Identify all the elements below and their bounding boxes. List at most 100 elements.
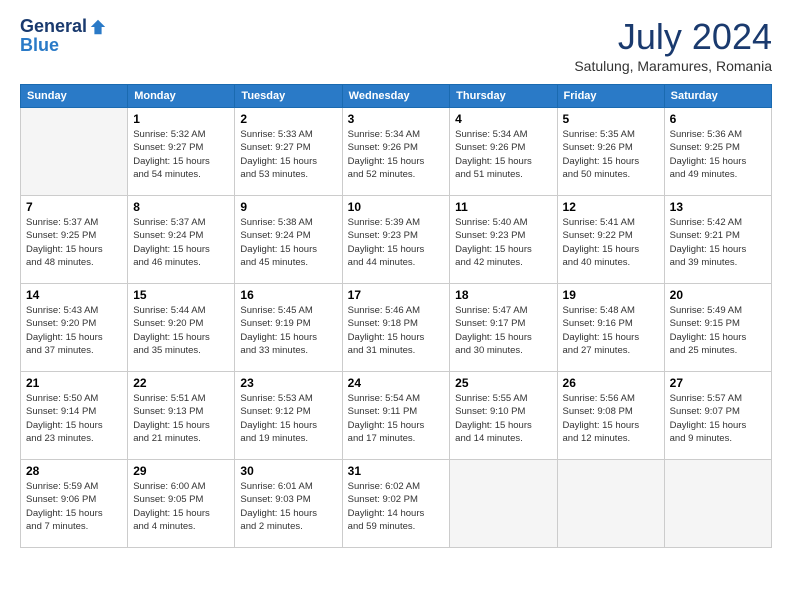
day-info: Sunrise: 5:49 AM Sunset: 9:15 PM Dayligh… [670, 304, 766, 357]
day-number: 7 [26, 200, 122, 214]
logo-icon [89, 18, 107, 36]
day-number: 2 [240, 112, 336, 126]
day-info: Sunrise: 5:32 AM Sunset: 9:27 PM Dayligh… [133, 128, 229, 181]
title-section: July 2024 Satulung, Maramures, Romania [574, 16, 772, 74]
day-info: Sunrise: 6:01 AM Sunset: 9:03 PM Dayligh… [240, 480, 336, 533]
calendar-cell: 26 Sunrise: 5:56 AM Sunset: 9:08 PM Dayli… [557, 372, 664, 460]
calendar-cell: 28 Sunrise: 5:59 AM Sunset: 9:06 PM Dayli… [21, 460, 128, 548]
day-info: Sunrise: 5:38 AM Sunset: 9:24 PM Dayligh… [240, 216, 336, 269]
day-number: 24 [348, 376, 445, 390]
day-number: 20 [670, 288, 766, 302]
calendar-cell: 6Sunrise: 5:36 AM Sunset: 9:25 PM Daylig… [664, 108, 771, 196]
day-of-week-header: Friday [557, 85, 664, 108]
day-number: 4 [455, 112, 551, 126]
calendar-cell: 30 Sunrise: 6:01 AM Sunset: 9:03 PM Dayli… [235, 460, 342, 548]
day-info: Sunrise: 5:37 AM Sunset: 9:24 PM Dayligh… [133, 216, 229, 269]
calendar-week-row: 14 Sunrise: 5:43 AM Sunset: 9:20 PM Dayli… [21, 284, 772, 372]
day-info: Sunrise: 5:34 AM Sunset: 9:26 PM Dayligh… [348, 128, 445, 181]
day-info: Sunrise: 5:35 AM Sunset: 9:26 PM Dayligh… [563, 128, 659, 181]
calendar-cell: 9Sunrise: 5:38 AM Sunset: 9:24 PM Daylig… [235, 196, 342, 284]
calendar-cell: 29Sunrise: 6:00 AM Sunset: 9:05 PM Dayli… [128, 460, 235, 548]
calendar-cell: 3Sunrise: 5:34 AM Sunset: 9:26 PM Daylig… [342, 108, 450, 196]
calendar-cell: 5 Sunrise: 5:35 AM Sunset: 9:26 PM Daylig… [557, 108, 664, 196]
calendar-cell: 4 Sunrise: 5:34 AM Sunset: 9:26 PM Daylig… [450, 108, 557, 196]
calendar-cell: 17Sunrise: 5:46 AM Sunset: 9:18 PM Dayli… [342, 284, 450, 372]
calendar-week-row: 7 Sunrise: 5:37 AM Sunset: 9:25 PM Daylig… [21, 196, 772, 284]
day-info: Sunrise: 5:44 AM Sunset: 9:20 PM Dayligh… [133, 304, 229, 357]
day-number: 19 [563, 288, 659, 302]
header: General Blue July 2024 Satulung, Maramur… [20, 16, 772, 74]
day-number: 6 [670, 112, 766, 126]
calendar-week-row: 28 Sunrise: 5:59 AM Sunset: 9:06 PM Dayli… [21, 460, 772, 548]
day-number: 26 [563, 376, 659, 390]
day-number: 11 [455, 200, 551, 214]
day-number: 29 [133, 464, 229, 478]
day-info: Sunrise: 5:59 AM Sunset: 9:06 PM Dayligh… [26, 480, 122, 533]
calendar-cell: 22Sunrise: 5:51 AM Sunset: 9:13 PM Dayli… [128, 372, 235, 460]
day-info: Sunrise: 5:48 AM Sunset: 9:16 PM Dayligh… [563, 304, 659, 357]
logo-text: General [20, 16, 107, 37]
day-info: Sunrise: 5:41 AM Sunset: 9:22 PM Dayligh… [563, 216, 659, 269]
day-number: 14 [26, 288, 122, 302]
logo: General Blue [20, 16, 107, 56]
day-number: 30 [240, 464, 336, 478]
day-of-week-header: Sunday [21, 85, 128, 108]
day-info: Sunrise: 5:55 AM Sunset: 9:10 PM Dayligh… [455, 392, 551, 445]
day-info: Sunrise: 5:53 AM Sunset: 9:12 PM Dayligh… [240, 392, 336, 445]
logo-blue-text: Blue [20, 35, 59, 55]
calendar-cell [664, 460, 771, 548]
day-number: 13 [670, 200, 766, 214]
day-of-week-header: Tuesday [235, 85, 342, 108]
day-number: 15 [133, 288, 229, 302]
day-number: 5 [563, 112, 659, 126]
calendar-cell: 25 Sunrise: 5:55 AM Sunset: 9:10 PM Dayli… [450, 372, 557, 460]
calendar-cell: 1 Sunrise: 5:32 AM Sunset: 9:27 PM Daylig… [128, 108, 235, 196]
calendar-cell: 11Sunrise: 5:40 AM Sunset: 9:23 PM Dayli… [450, 196, 557, 284]
location: Satulung, Maramures, Romania [574, 58, 772, 74]
day-info: Sunrise: 6:02 AM Sunset: 9:02 PM Dayligh… [348, 480, 445, 533]
day-number: 18 [455, 288, 551, 302]
day-number: 10 [348, 200, 445, 214]
calendar-week-row: 1 Sunrise: 5:32 AM Sunset: 9:27 PM Daylig… [21, 108, 772, 196]
day-number: 23 [240, 376, 336, 390]
day-info: Sunrise: 5:39 AM Sunset: 9:23 PM Dayligh… [348, 216, 445, 269]
day-number: 25 [455, 376, 551, 390]
month-year: July 2024 [574, 16, 772, 58]
day-number: 31 [348, 464, 445, 478]
day-of-week-header: Wednesday [342, 85, 450, 108]
calendar-cell: 19 Sunrise: 5:48 AM Sunset: 9:16 PM Dayli… [557, 284, 664, 372]
day-of-week-header: Thursday [450, 85, 557, 108]
calendar-cell [21, 108, 128, 196]
calendar-cell: 7 Sunrise: 5:37 AM Sunset: 9:25 PM Daylig… [21, 196, 128, 284]
calendar-cell: 31 Sunrise: 6:02 AM Sunset: 9:02 PM Dayli… [342, 460, 450, 548]
day-info: Sunrise: 5:56 AM Sunset: 9:08 PM Dayligh… [563, 392, 659, 445]
day-of-week-header: Monday [128, 85, 235, 108]
day-info: Sunrise: 5:50 AM Sunset: 9:14 PM Dayligh… [26, 392, 122, 445]
day-info: Sunrise: 5:54 AM Sunset: 9:11 PM Dayligh… [348, 392, 445, 445]
day-info: Sunrise: 5:37 AM Sunset: 9:25 PM Dayligh… [26, 216, 122, 269]
calendar-week-row: 21 Sunrise: 5:50 AM Sunset: 9:14 PM Dayli… [21, 372, 772, 460]
calendar-cell: 23 Sunrise: 5:53 AM Sunset: 9:12 PM Dayli… [235, 372, 342, 460]
calendar-cell: 24 Sunrise: 5:54 AM Sunset: 9:11 PM Dayli… [342, 372, 450, 460]
day-number: 21 [26, 376, 122, 390]
day-number: 28 [26, 464, 122, 478]
calendar-cell: 16Sunrise: 5:45 AM Sunset: 9:19 PM Dayli… [235, 284, 342, 372]
calendar-cell: 27Sunrise: 5:57 AM Sunset: 9:07 PM Dayli… [664, 372, 771, 460]
calendar-cell [450, 460, 557, 548]
logo-general: General [20, 16, 87, 37]
calendar-cell: 8Sunrise: 5:37 AM Sunset: 9:24 PM Daylig… [128, 196, 235, 284]
day-info: Sunrise: 5:43 AM Sunset: 9:20 PM Dayligh… [26, 304, 122, 357]
calendar-table: SundayMondayTuesdayWednesdayThursdayFrid… [20, 84, 772, 548]
day-number: 16 [240, 288, 336, 302]
day-info: Sunrise: 5:51 AM Sunset: 9:13 PM Dayligh… [133, 392, 229, 445]
calendar-cell: 12Sunrise: 5:41 AM Sunset: 9:22 PM Dayli… [557, 196, 664, 284]
day-info: Sunrise: 5:42 AM Sunset: 9:21 PM Dayligh… [670, 216, 766, 269]
day-info: Sunrise: 5:34 AM Sunset: 9:26 PM Dayligh… [455, 128, 551, 181]
calendar-cell: 13 Sunrise: 5:42 AM Sunset: 9:21 PM Dayli… [664, 196, 771, 284]
day-number: 17 [348, 288, 445, 302]
day-number: 1 [133, 112, 229, 126]
calendar-header-row: SundayMondayTuesdayWednesdayThursdayFrid… [21, 85, 772, 108]
day-info: Sunrise: 5:47 AM Sunset: 9:17 PM Dayligh… [455, 304, 551, 357]
day-info: Sunrise: 5:57 AM Sunset: 9:07 PM Dayligh… [670, 392, 766, 445]
page: General Blue July 2024 Satulung, Maramur… [0, 0, 792, 612]
